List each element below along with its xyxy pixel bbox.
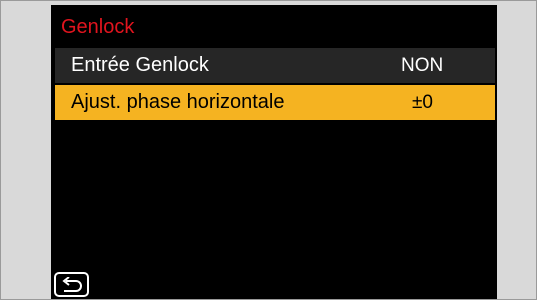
menu-item-value: NON bbox=[401, 55, 444, 76]
menu-item-genlock-input[interactable]: Entrée Genlock NON bbox=[55, 48, 495, 83]
camera-menu-screen: Genlock Entrée Genlock NON Ajust. phase … bbox=[51, 5, 497, 299]
back-button[interactable] bbox=[54, 272, 89, 297]
menu-item-value: ±0 bbox=[412, 92, 433, 113]
menu-item-horizontal-phase[interactable]: Ajust. phase horizontale ±0 bbox=[55, 85, 495, 120]
device-frame: Genlock Entrée Genlock NON Ajust. phase … bbox=[0, 0, 537, 300]
menu-item-label: Entrée Genlock bbox=[71, 54, 209, 76]
menu-item-label: Ajust. phase horizontale bbox=[71, 91, 285, 113]
menu-title: Genlock bbox=[61, 16, 135, 38]
return-arrow-icon bbox=[62, 277, 82, 292]
